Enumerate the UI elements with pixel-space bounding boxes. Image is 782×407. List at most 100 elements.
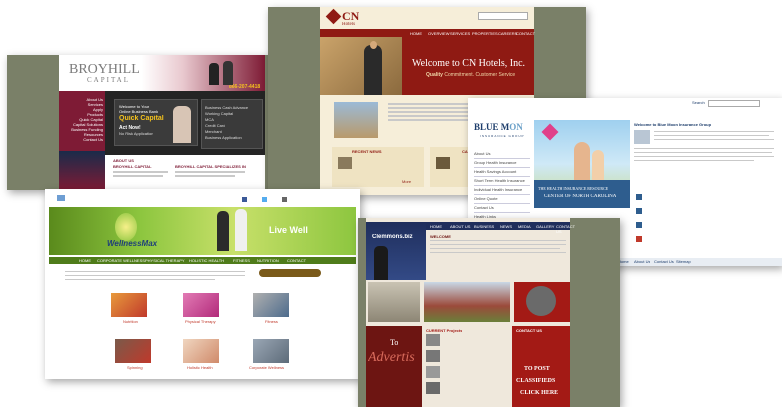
- portrait-box: [514, 282, 570, 322]
- search-input[interactable]: [708, 100, 760, 107]
- text-line: [430, 252, 566, 253]
- nav-business[interactable]: BUSINESS: [474, 224, 494, 229]
- footer-link[interactable]: Sitemap: [676, 259, 691, 264]
- tile-spinning-image[interactable]: [115, 339, 151, 363]
- lobby-photo: [320, 37, 402, 95]
- social-icon[interactable]: [57, 195, 65, 201]
- side-menu-item[interactable]: Online Quote: [474, 195, 530, 204]
- footer-link[interactable]: About Us: [634, 259, 650, 264]
- tile-label[interactable]: Spinning: [127, 365, 143, 370]
- tile-corporate-image[interactable]: [253, 339, 289, 363]
- nav-bar: HOME OVERVIEW SERVICES PROPERTIES CAREER…: [320, 29, 535, 37]
- nav-careers[interactable]: CAREERS: [498, 31, 517, 36]
- text-line: [634, 152, 772, 153]
- nav-media[interactable]: MEDIA: [518, 224, 531, 229]
- twitter-icon[interactable]: [262, 197, 267, 202]
- nav-contact[interactable]: CONTACT: [516, 31, 535, 36]
- service-item[interactable]: Business Cash Advance: [205, 105, 248, 110]
- logo[interactable]: BLUE MON: [474, 122, 523, 132]
- service-item[interactable]: MCA: [205, 117, 214, 122]
- side-menu-item[interactable]: Short Term Health Insurance: [474, 177, 530, 186]
- promo-headline: Quick Capital: [119, 115, 164, 122]
- man-head: [370, 41, 377, 49]
- logo-sub: Hotels: [342, 22, 356, 27]
- ad-text: Advertis: [368, 350, 415, 365]
- person-photo: [209, 63, 219, 85]
- service-item[interactable]: Working Capital: [205, 111, 233, 116]
- email-icon[interactable]: [282, 197, 287, 202]
- side-menu: About Us Group Health Insurance Health S…: [474, 150, 530, 222]
- project-thumb[interactable]: [426, 350, 440, 362]
- side-menu-item[interactable]: Contact Us: [474, 204, 530, 213]
- facebook-icon[interactable]: [242, 197, 247, 202]
- tile-nutrition-image[interactable]: [111, 293, 147, 317]
- nav-about[interactable]: ABOUT US: [450, 224, 470, 229]
- text-line: [65, 279, 215, 280]
- nav-services[interactable]: SERVICES: [450, 31, 470, 36]
- post-line: CLICK HERE: [520, 390, 559, 396]
- plan-icon: [636, 194, 642, 200]
- logo-text[interactable]: WellnessMax: [107, 239, 157, 248]
- nav-corporate[interactable]: CORPORATE WELLNESS: [97, 258, 145, 263]
- side-menu-item[interactable]: Individual Health Insurance: [474, 186, 530, 195]
- nav-news[interactable]: NEWS: [500, 224, 512, 229]
- menu-item[interactable]: Contact Us: [61, 137, 103, 142]
- nav-home[interactable]: HOME: [430, 224, 442, 229]
- text-line: [113, 175, 163, 177]
- wellnessmax-screenshot: WellnessMax Live Well HOME CORPORATE WEL…: [45, 189, 360, 379]
- nav-contact[interactable]: CONTACT: [287, 258, 306, 263]
- side-menu-item[interactable]: About Us: [474, 150, 530, 159]
- logo-text[interactable]: Clemmons.biz: [372, 234, 413, 240]
- footer-link[interactable]: Contact Us: [654, 259, 674, 264]
- service-item[interactable]: Merchant: [205, 129, 222, 134]
- text-line: [654, 131, 774, 132]
- search-input[interactable]: [478, 12, 528, 20]
- nav-nutrition[interactable]: NUTRITION: [257, 258, 279, 263]
- nav-holistic[interactable]: HOLISTIC HEALTH: [189, 258, 224, 263]
- tile-fitness-image[interactable]: [253, 293, 289, 317]
- tile-label[interactable]: Nutrition: [123, 319, 138, 324]
- man-photo: [364, 45, 382, 95]
- child-figure: [592, 150, 604, 182]
- nav-therapy[interactable]: PHYSICAL THERAPY: [145, 258, 185, 263]
- text-line: [430, 244, 566, 245]
- side-menu-item[interactable]: Health Savings Account: [474, 168, 530, 177]
- nav-fitness[interactable]: FITNESS: [233, 258, 250, 263]
- project-thumb[interactable]: [426, 366, 440, 378]
- post-classifieds-banner[interactable]: CONTACT US TO POST CLASSIFIEDS CLICK HER…: [512, 326, 570, 407]
- nav-home[interactable]: HOME: [79, 258, 91, 263]
- plan-icon: [636, 236, 642, 242]
- advertise-banner[interactable]: To Advertis: [366, 326, 422, 407]
- section-heading: BROYHILL CAPITAL: [113, 164, 152, 169]
- project-thumb[interactable]: [426, 334, 440, 346]
- text-line: [113, 171, 168, 173]
- tile-label[interactable]: Physical Therapy: [185, 319, 216, 324]
- nav-home[interactable]: HOME: [410, 31, 422, 36]
- promo-button[interactable]: [259, 269, 321, 277]
- service-item[interactable]: Credit Card: [205, 123, 225, 128]
- tile-label[interactable]: Fitness: [265, 319, 278, 324]
- text-line: [430, 248, 560, 249]
- classifieds-site-screenshot: Clemmons.biz HOME ABOUT US BUSINESS NEWS…: [358, 218, 620, 407]
- ad-to: To: [390, 338, 399, 347]
- nav-properties[interactable]: PROPERTIES: [472, 31, 498, 36]
- tagline: Live Well: [269, 225, 308, 235]
- promo-line: No Risk Application: [119, 131, 154, 136]
- section-heading: ABOUT US: [113, 158, 134, 163]
- right-gutter: [570, 218, 620, 407]
- project-thumb[interactable]: [426, 382, 440, 394]
- text-line: [175, 175, 235, 177]
- text-line: [654, 139, 774, 140]
- promo-line: Online Business Bank: [119, 109, 159, 114]
- more-link[interactable]: More: [402, 179, 411, 184]
- nav-contact[interactable]: CONTACT US: [556, 224, 575, 234]
- tile-holistic-image[interactable]: [183, 339, 219, 363]
- side-menu-item[interactable]: Group Health Insurance: [474, 159, 530, 168]
- service-item[interactable]: Business Application: [205, 135, 242, 140]
- tile-label[interactable]: Corporate Wellness: [249, 365, 284, 370]
- promo-box[interactable]: Welcome to Your Online Business Bank Qui…: [114, 99, 198, 146]
- tile-label[interactable]: Holistic Health: [187, 365, 213, 370]
- nav-gallery[interactable]: GALLERY: [536, 224, 554, 229]
- tile-therapy-image[interactable]: [183, 293, 219, 317]
- nav-overview[interactable]: OVERVIEW: [428, 31, 450, 36]
